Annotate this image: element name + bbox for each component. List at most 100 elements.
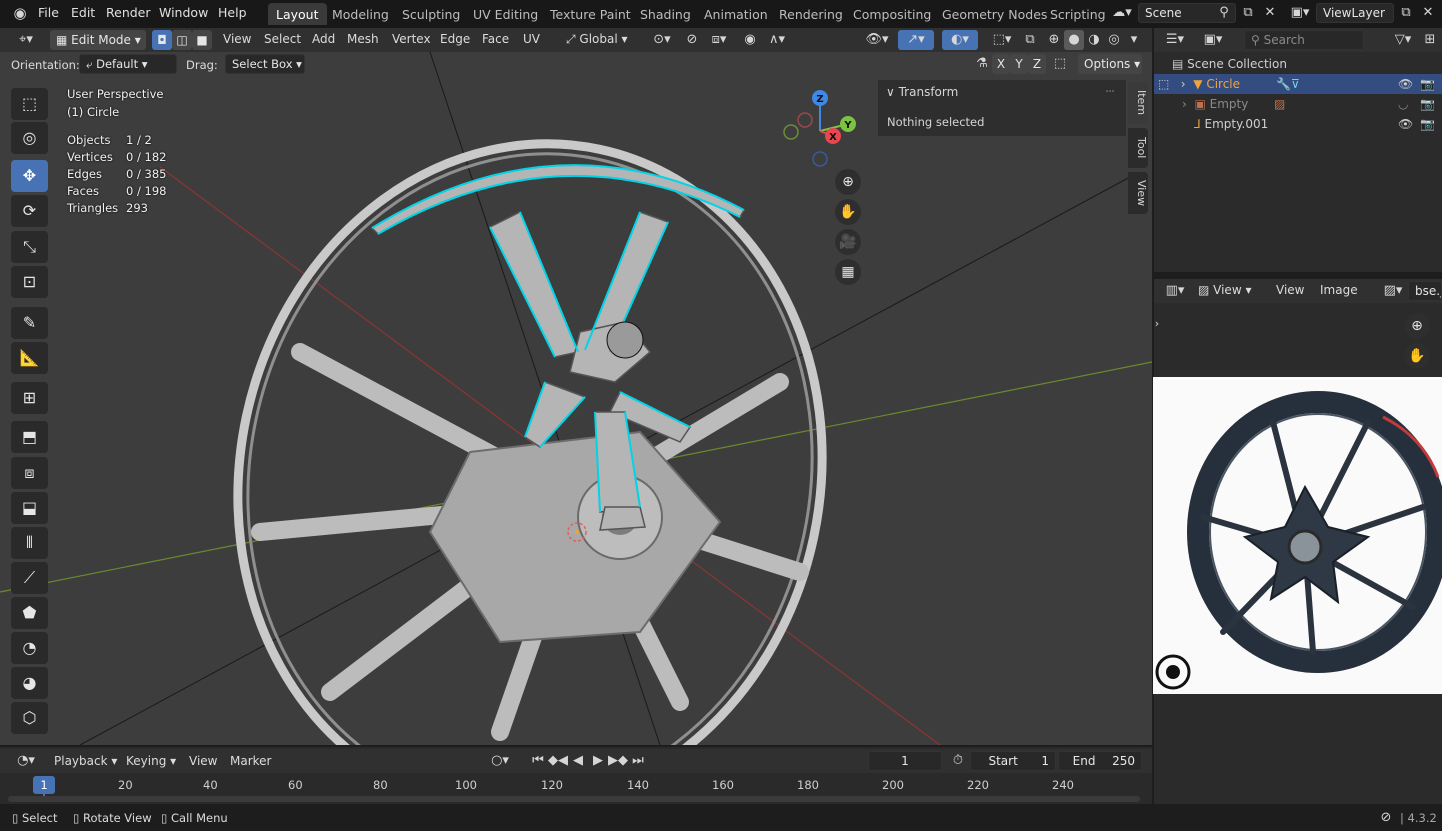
image-menu-image[interactable]: Image — [1320, 283, 1358, 297]
transform-tool[interactable]: ⊡ — [11, 266, 48, 298]
expand-icon[interactable]: › — [1181, 77, 1186, 91]
filter-icon[interactable]: ▽▾ — [1388, 30, 1418, 50]
gizmo-toggle-icon[interactable]: ↗▾ — [898, 30, 934, 50]
timeline-menu-view[interactable]: View — [189, 754, 217, 768]
options-dropdown[interactable]: Options ▾ — [1078, 54, 1142, 74]
mirror-x-toggle[interactable]: X — [992, 54, 1010, 74]
solid-shading-icon[interactable]: ● — [1064, 30, 1084, 50]
cursor-tool[interactable]: ◎ — [11, 122, 48, 154]
tab-animation[interactable]: Animation — [696, 3, 776, 25]
tab-geometry-nodes[interactable]: Geometry Nodes — [934, 3, 1055, 25]
image-name-field[interactable]: bse.j — [1408, 281, 1442, 301]
proportional-editing-icon[interactable]: ◉ — [740, 30, 760, 50]
header-menu-add[interactable]: Add — [312, 32, 335, 46]
rendered-shading-icon[interactable]: ◎ — [1104, 30, 1124, 50]
shear-tool[interactable]: ⬡ — [11, 702, 48, 734]
inset-faces-tool[interactable]: ⧈ — [11, 457, 48, 489]
playback-dropdown[interactable]: Playback ▾ — [54, 754, 117, 768]
blender-logo-icon[interactable]: ◉ — [10, 3, 30, 23]
tab-rendering[interactable]: Rendering — [771, 3, 851, 25]
header-menu-edge[interactable]: Edge — [440, 32, 470, 46]
expand-icon[interactable]: › — [1182, 97, 1187, 111]
jump-start-icon[interactable]: ⏮ — [528, 751, 548, 771]
tab-sculpting[interactable]: Sculpting — [394, 3, 468, 25]
3d-viewport[interactable]: ⬚ ◎ ✥ ⟳ ⤡ ⊡ ✎ 📐 ⊞ ⬒ ⧈ ⬓ ⫴ ⟋ ⬟ ◔ ◕ ⬡ User… — [0, 52, 1152, 745]
stopwatch-icon[interactable]: ⏱ — [948, 751, 968, 771]
menu-edit[interactable]: Edit — [71, 5, 95, 20]
material-preview-icon[interactable]: ◑ — [1084, 30, 1104, 50]
tab-texture-paint[interactable]: Texture Paint — [542, 3, 639, 25]
drag-dropdown[interactable]: Select Box ▾ — [225, 54, 305, 74]
menu-help[interactable]: Help — [218, 5, 247, 20]
new-scene-icon[interactable]: ⧉ — [1238, 3, 1258, 23]
image-zoom-icon[interactable]: ⊕ — [1404, 313, 1430, 339]
image-editor-type-icon[interactable]: ▥▾ — [1160, 281, 1190, 301]
header-menu-vertex[interactable]: Vertex — [392, 32, 431, 46]
auto-merge-icon[interactable]: ⬚ — [1050, 54, 1070, 74]
header-menu-view[interactable]: View — [223, 32, 251, 46]
move-tool[interactable]: ✥ — [11, 160, 48, 192]
sidebar-tab-tool[interactable]: Tool — [1128, 128, 1148, 168]
mode-icon[interactable]: ⬚ — [1158, 77, 1169, 91]
jump-keyframe-back-icon[interactable]: ◆◀ — [548, 751, 568, 771]
knife-tool[interactable]: ⟋ — [11, 562, 48, 594]
new-view-layer-icon[interactable]: ⧉ — [1396, 3, 1416, 23]
header-menu-face[interactable]: Face — [482, 32, 509, 46]
toolbar-expand-icon[interactable]: › — [1152, 314, 1162, 334]
timeline-menu-marker[interactable]: Marker — [230, 754, 271, 768]
start-frame-field[interactable]: Start 1 — [970, 751, 1056, 771]
editor-type-icon[interactable]: ⌖▾ — [10, 30, 42, 50]
tab-modeling[interactable]: Modeling — [324, 3, 397, 25]
spin-tool[interactable]: ◔ — [11, 632, 48, 664]
tab-compositing[interactable]: Compositing — [845, 3, 939, 25]
shading-options-icon[interactable]: ▾ — [1126, 30, 1142, 50]
snap-toggle-icon[interactable]: ⊘ — [682, 30, 702, 50]
orientation-dropdown[interactable]: ⤶ Default ▾ — [79, 54, 177, 74]
transform-panel-title[interactable]: ∨ Transform — [886, 85, 958, 99]
panel-drag-icon[interactable]: ⋯ — [1100, 82, 1120, 102]
snap-target-icon[interactable]: ⧈▾ — [704, 30, 734, 50]
tab-layout[interactable]: Layout — [268, 3, 327, 25]
menu-file[interactable]: File — [38, 5, 59, 20]
navigation-gizmo[interactable]: Z Y X — [775, 86, 865, 176]
menu-render[interactable]: Render — [106, 5, 151, 20]
pan-hand-icon[interactable]: ✋ — [835, 199, 861, 225]
network-off-icon[interactable]: ⊘ — [1376, 808, 1396, 828]
smooth-tool[interactable]: ◕ — [11, 667, 48, 699]
mode-selector[interactable]: ▦ Edit Mode ▾ — [50, 30, 146, 50]
outliner-row-empty-001[interactable]: ⅃ Empty.001 👁 📷 — [1154, 114, 1442, 134]
edge-select-mode-icon[interactable]: ◫ — [172, 30, 192, 50]
annotate-tool[interactable]: ✎ — [11, 307, 48, 339]
header-menu-uv[interactable]: UV — [523, 32, 540, 46]
timeline-editor-type-icon[interactable]: ◔▾ — [10, 751, 42, 771]
image-pan-hand-icon[interactable]: ✋ — [1404, 343, 1430, 369]
falloff-icon[interactable]: ∧▾ — [762, 30, 792, 50]
mirror-y-toggle[interactable]: Y — [1010, 54, 1028, 74]
mirror-icon[interactable]: ⚗ — [972, 54, 992, 74]
outliner-row-empty[interactable]: › ▣ Empty ▨ ◡ 📷 — [1154, 94, 1442, 114]
select-box-tool[interactable]: ⬚ — [11, 88, 48, 120]
bevel-tool[interactable]: ⬓ — [11, 492, 48, 524]
current-frame-field[interactable]: 1 — [868, 751, 942, 771]
loop-cut-tool[interactable]: ⫴ — [11, 527, 48, 559]
render-camera-icon[interactable]: 📷 — [1420, 97, 1435, 111]
outliner-editor-type-icon[interactable]: ☰▾ — [1160, 30, 1190, 50]
image-view-mode-dropdown[interactable]: ▨ View ▾ — [1198, 283, 1251, 297]
add-cube-tool[interactable]: ⊞ — [11, 382, 48, 414]
jump-keyframe-forward-icon[interactable]: ▶◆ — [608, 751, 628, 771]
transform-orientation-dropdown[interactable]: ⤢ Global ▾ — [566, 32, 628, 47]
scene-selector-icon[interactable]: ☁▾ — [1108, 3, 1136, 23]
tab-uv-editing[interactable]: UV Editing — [465, 3, 546, 25]
sidebar-tab-view[interactable]: View — [1128, 172, 1148, 214]
tab-scripting[interactable]: Scripting — [1042, 3, 1114, 25]
delete-view-layer-icon[interactable]: ✕ — [1418, 3, 1438, 23]
new-collection-icon[interactable]: ⊞ — [1420, 30, 1440, 50]
header-menu-select[interactable]: Select — [264, 32, 301, 46]
playhead[interactable]: 1 — [33, 776, 55, 794]
view-layer-selector-icon[interactable]: ▣▾ — [1286, 3, 1314, 23]
render-camera-icon[interactable]: 📷 — [1420, 117, 1435, 131]
image-browse-icon[interactable]: ▨▾ — [1378, 281, 1408, 301]
timeline-scrollbar[interactable] — [8, 796, 1140, 802]
mesh-edit-overlays-icon[interactable]: ⬚▾ — [984, 30, 1020, 50]
visibility-eye-icon[interactable]: 👁 — [1398, 77, 1413, 91]
